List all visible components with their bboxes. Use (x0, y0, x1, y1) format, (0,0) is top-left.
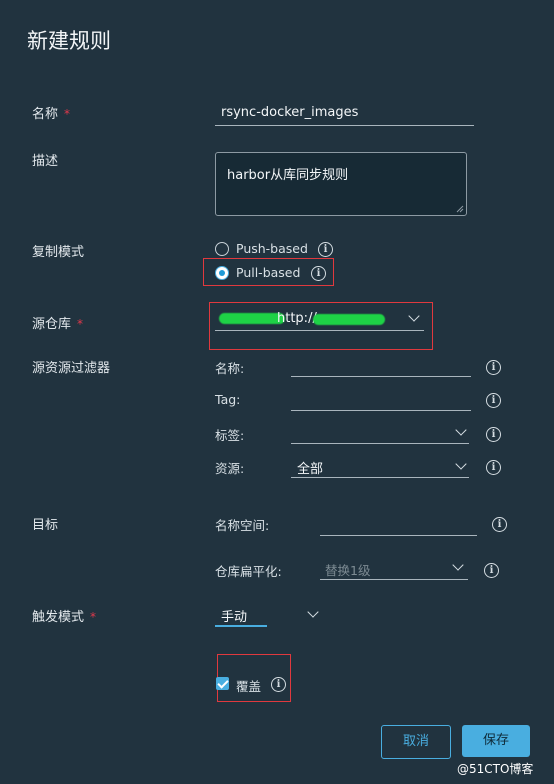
trigger-label: 触发模式 * (32, 606, 96, 625)
info-icon[interactable]: i (492, 517, 507, 532)
chevron-down-icon (408, 310, 420, 322)
pull-based-label: Pull-based (236, 265, 301, 280)
trigger-label-text: 触发模式 (32, 610, 85, 625)
namespace-label: 名称空间: (215, 518, 270, 533)
override-label: 覆盖 (236, 679, 262, 694)
save-button[interactable]: 保存 (462, 725, 530, 757)
required-mark: * (77, 317, 84, 331)
cancel-button[interactable]: 取消 (381, 725, 451, 759)
chevron-down-icon (452, 559, 464, 571)
chevron-down-icon (455, 458, 467, 470)
description-label: 描述 (32, 154, 59, 169)
checkbox-checked-icon[interactable] (216, 677, 229, 690)
redaction-mark (313, 314, 385, 325)
filter-resource-value: 全部 (297, 462, 324, 477)
trigger-select[interactable]: 手动 (215, 603, 267, 627)
filter-tag-input[interactable] (291, 388, 471, 411)
chevron-down-icon[interactable] (307, 606, 319, 618)
description-value: harbor从库同步规则 (227, 168, 349, 183)
filter-name-input[interactable] (291, 354, 471, 377)
info-icon[interactable]: i (311, 266, 326, 281)
dialog-title: 新建规则 (27, 29, 111, 53)
flatten-value: 替换1级 (325, 563, 371, 578)
info-icon[interactable]: i (486, 427, 501, 442)
filter-labels-label: 标签: (215, 428, 245, 443)
destination-label: 目标 (32, 518, 59, 533)
info-icon[interactable]: i (486, 393, 501, 408)
filter-resource-label: 资源: (215, 461, 245, 476)
replication-mode-label: 复制模式 (32, 245, 85, 260)
required-mark: * (64, 107, 71, 121)
name-input[interactable]: rsync-docker_images (215, 103, 474, 126)
name-input-value: rsync-docker_images (221, 105, 359, 120)
trigger-value: 手动 (221, 610, 248, 625)
redaction-mark (219, 313, 285, 324)
info-icon[interactable]: i (318, 242, 333, 257)
flatten-label: 仓库扁平化: (215, 564, 282, 579)
namespace-input[interactable] (320, 513, 477, 536)
radio-push-based[interactable] (215, 242, 229, 256)
info-icon[interactable]: i (271, 677, 286, 692)
source-registry-label: 源仓库 * (32, 313, 83, 332)
source-filter-label: 源资源过滤器 (32, 361, 111, 376)
description-textarea[interactable]: harbor从库同步规则 (215, 152, 467, 216)
push-based-label: Push-based (236, 241, 308, 256)
watermark: @51CTO博客 (457, 762, 534, 776)
source-registry-label-text: 源仓库 (32, 317, 72, 332)
flatten-select[interactable]: 替换1级 (320, 557, 468, 580)
radio-pull-based[interactable] (215, 266, 229, 280)
filter-name-label: 名称: (215, 361, 245, 376)
info-icon[interactable]: i (484, 563, 499, 578)
chevron-down-icon (455, 424, 467, 436)
filter-tag-label: Tag: (215, 392, 241, 407)
resize-handle-icon[interactable] (456, 205, 464, 213)
filter-labels-select[interactable] (291, 421, 469, 444)
filter-resource-select[interactable]: 全部 (291, 455, 469, 478)
source-registry-select[interactable]: http:// (215, 308, 424, 331)
source-registry-value: http:// (277, 311, 317, 326)
required-mark: * (90, 610, 97, 624)
info-icon[interactable]: i (486, 460, 501, 475)
name-label-text: 名称 (32, 107, 59, 122)
info-icon[interactable]: i (486, 360, 501, 375)
name-label: 名称 * (32, 103, 70, 122)
